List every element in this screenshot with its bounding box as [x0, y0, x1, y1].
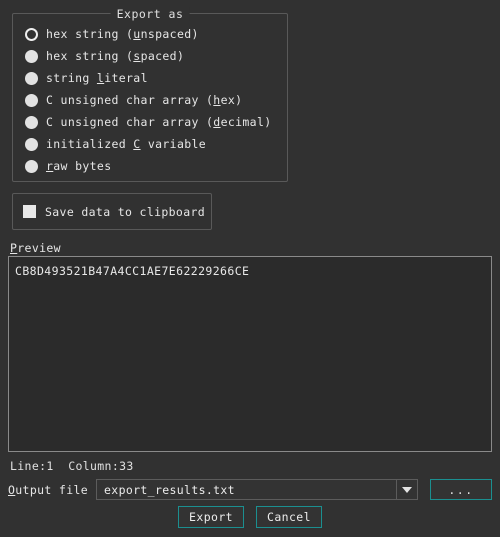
radio-indicator-icon[interactable] — [25, 27, 38, 41]
clipboard-groupbox: Save data to clipboard — [12, 193, 212, 230]
radio-label: C unsigned char array (hex) — [46, 93, 243, 107]
export-button[interactable]: Export — [178, 506, 244, 528]
radio-indicator-icon[interactable] — [25, 93, 38, 107]
radio-option-c-unsigned-char-array-hex[interactable]: C unsigned char array (hex) — [25, 89, 281, 111]
radio-indicator-icon[interactable] — [25, 71, 38, 85]
chevron-down-icon[interactable] — [396, 480, 417, 499]
checkbox-indicator-icon[interactable] — [23, 205, 36, 218]
export-as-title: Export as — [110, 7, 190, 21]
radio-option-c-unsigned-char-array-decimal[interactable]: C unsigned char array (decimal) — [25, 111, 281, 133]
radio-option-hex-string-spaced[interactable]: hex string (spaced) — [25, 45, 281, 67]
save-to-clipboard-label: Save data to clipboard — [45, 204, 206, 219]
output-file-combobox[interactable]: export_results.txt — [96, 479, 418, 500]
radio-label: string literal — [46, 71, 148, 85]
preview-status-bar: Line:1 Column:33 — [10, 459, 134, 473]
radio-option-raw-bytes[interactable]: raw bytes — [25, 155, 281, 177]
radio-label: C unsigned char array (decimal) — [46, 115, 272, 129]
save-to-clipboard-checkbox-row[interactable]: Save data to clipboard — [23, 194, 205, 229]
export-as-groupbox: Export as hex string (unspaced) hex stri… — [12, 7, 288, 182]
output-file-row: Output file export_results.txt ... — [8, 479, 492, 500]
radio-indicator-icon[interactable] — [25, 49, 38, 63]
dialog-button-bar: Export Cancel — [0, 506, 500, 528]
cancel-button[interactable]: Cancel — [256, 506, 322, 528]
radio-label: hex string (unspaced) — [46, 27, 199, 41]
radio-option-string-literal[interactable]: string literal — [25, 67, 281, 89]
export-format-radio-group: hex string (unspaced) hex string (spaced… — [25, 23, 281, 177]
radio-label: raw bytes — [46, 159, 112, 173]
output-file-label: Output file — [8, 482, 89, 497]
radio-label: hex string (spaced) — [46, 49, 185, 63]
radio-option-initialized-c-variable[interactable]: initialized C variable — [25, 133, 281, 155]
export-dialog: Export as hex string (unspaced) hex stri… — [0, 0, 500, 537]
radio-indicator-icon[interactable] — [25, 137, 38, 151]
browse-button[interactable]: ... — [430, 479, 492, 500]
output-file-value[interactable]: export_results.txt — [97, 483, 396, 497]
preview-content: CB8D493521B47A4CC1AE7E62229266CE — [15, 264, 250, 278]
radio-indicator-icon[interactable] — [25, 159, 38, 173]
radio-option-hex-string-unspaced[interactable]: hex string (unspaced) — [25, 23, 281, 45]
radio-label: initialized C variable — [46, 137, 207, 151]
preview-textarea[interactable]: CB8D493521B47A4CC1AE7E62229266CE — [8, 256, 492, 452]
radio-indicator-icon[interactable] — [25, 115, 38, 129]
chevron-down-glyph — [402, 486, 412, 493]
preview-label: Preview — [10, 241, 61, 255]
